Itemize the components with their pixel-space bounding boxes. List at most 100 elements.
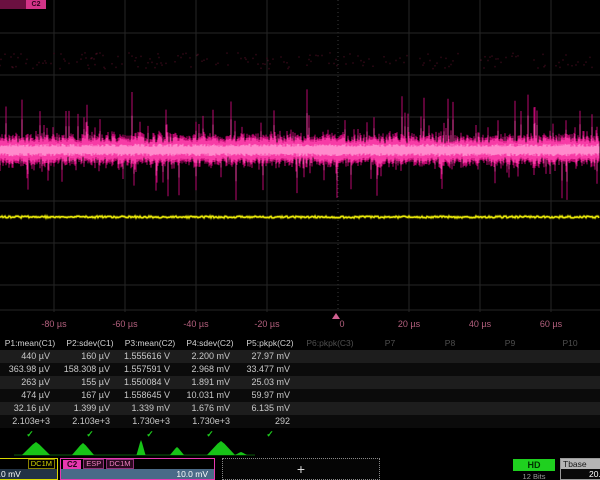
timebase-value: 20.0 xyxy=(561,469,600,479)
measure-status-check-icon xyxy=(540,428,600,440)
time-axis-label: 20 µs xyxy=(398,319,420,329)
c2-descriptor-box[interactable]: C2 ESP DC1M 10.0 mV xyxy=(60,458,215,480)
measure-histicon[interactable] xyxy=(207,441,235,455)
measure-value: 27.97 mV xyxy=(240,350,300,363)
hd-bits-label: 12 Bits xyxy=(513,472,555,480)
chip-label: C2 xyxy=(26,0,46,9)
measure-value: 1.676 mV xyxy=(180,402,240,415)
measure-value xyxy=(480,389,540,402)
measure-value xyxy=(420,389,480,402)
c2-esp-badge: ESP xyxy=(83,459,104,469)
measure-status-check-icon: ✓ xyxy=(60,428,120,440)
measure-param-header[interactable]: P4:sdev(C2) xyxy=(180,337,240,350)
measure-value: 1.730e+3 xyxy=(180,415,240,428)
oscilloscope-screen: C2 -100 µs-80 µs-60 µs-40 µs-20 µs020 µs… xyxy=(0,0,600,480)
c1-volts-per-div: 10.0 mV xyxy=(0,469,57,479)
measure-value xyxy=(420,350,480,363)
measure-histicon[interactable] xyxy=(22,442,50,455)
time-axis-label: 0 xyxy=(339,319,344,329)
time-axis-label: -40 µs xyxy=(183,319,208,329)
c2-persistence-speckle xyxy=(0,52,592,69)
measure-value: 263 µV xyxy=(0,376,60,389)
measure-value xyxy=(300,350,360,363)
measure-value xyxy=(420,415,480,428)
measure-status-check-icon: ✓ xyxy=(240,428,300,440)
table-row: 2.103e+32.103e+31.730e+31.730e+3292 xyxy=(0,415,600,428)
timebase-descriptor-box[interactable]: Tbase 20.0 xyxy=(560,458,600,480)
measure-param-header[interactable]: P10 xyxy=(540,337,600,350)
measure-value: 167 µV xyxy=(60,389,120,402)
measure-value: 1.339 mV xyxy=(120,402,180,415)
measure-value xyxy=(480,415,540,428)
measure-value: 155 µV xyxy=(60,376,120,389)
measure-value xyxy=(300,363,360,376)
measure-value: 440 µV xyxy=(0,350,60,363)
measure-histicon[interactable] xyxy=(170,447,184,455)
measure-param-header[interactable]: P2:sdev(C1) xyxy=(60,337,120,350)
measure-param-header[interactable]: P1:mean(C1) xyxy=(0,337,60,350)
plus-icon: + xyxy=(297,461,305,477)
hd-mode-badge[interactable]: HD xyxy=(513,459,555,471)
measure-param-header[interactable]: P9 xyxy=(480,337,540,350)
c1-box-top: DC1M xyxy=(0,459,57,469)
measure-param-header[interactable]: P5:pkpk(C2) xyxy=(240,337,300,350)
c1-coupling-badge: DC1M xyxy=(28,459,55,469)
measure-value xyxy=(360,350,420,363)
measure-histicon[interactable] xyxy=(72,443,94,455)
measure-value xyxy=(540,389,600,402)
measure-value: 2.200 mV xyxy=(180,350,240,363)
measure-value xyxy=(360,363,420,376)
measure-param-header[interactable]: P8 xyxy=(420,337,480,350)
measure-value: 1.550084 V xyxy=(120,376,180,389)
table-row: P1:mean(C1)P2:sdev(C1)P3:mean(C2)P4:sdev… xyxy=(0,337,600,350)
measure-param-header[interactable]: P6:pkpk(C3) xyxy=(300,337,360,350)
measure-value xyxy=(540,376,600,389)
c2-channel-chip: C2 xyxy=(63,460,81,469)
measure-value: 2.103e+3 xyxy=(0,415,60,428)
c1-descriptor-box[interactable]: DC1M 10.0 mV xyxy=(0,458,58,480)
measure-histicon[interactable] xyxy=(235,452,247,455)
measure-value: 1.730e+3 xyxy=(120,415,180,428)
waveform-display: C2 xyxy=(0,0,600,312)
c2-coupling-badge: DC1M xyxy=(106,459,133,469)
measure-value xyxy=(300,402,360,415)
time-axis-label: -20 µs xyxy=(254,319,279,329)
measure-value: 1.891 mV xyxy=(180,376,240,389)
measure-value: 1.399 µV xyxy=(60,402,120,415)
measure-status-check-icon: ✓ xyxy=(120,428,180,440)
measure-value: 1.555616 V xyxy=(120,350,180,363)
measure-value xyxy=(480,350,540,363)
measure-status-check-icon xyxy=(420,428,480,440)
measure-value: 59.97 mV xyxy=(240,389,300,402)
measure-status-check-icon xyxy=(300,428,360,440)
measure-value: 158.308 µV xyxy=(60,363,120,376)
trace-descriptor-chip[interactable]: C2 xyxy=(0,0,46,9)
measure-value xyxy=(360,402,420,415)
time-axis-label: -60 µs xyxy=(112,319,137,329)
time-axis-label: -80 µs xyxy=(41,319,66,329)
measure-value xyxy=(360,376,420,389)
measure-param-header[interactable]: P7 xyxy=(360,337,420,350)
measure-param-header[interactable]: P3:mean(C2) xyxy=(120,337,180,350)
table-row: 32.16 µV1.399 µV1.339 mV1.676 mV6.135 mV xyxy=(0,402,600,415)
measure-value: 1.557591 V xyxy=(120,363,180,376)
measure-histicons xyxy=(0,440,600,458)
measure-value xyxy=(540,350,600,363)
table-row: 474 µV167 µV1.558645 V10.031 mV59.97 mV xyxy=(0,389,600,402)
measure-value: 6.135 mV xyxy=(240,402,300,415)
measure-value: 292 xyxy=(240,415,300,428)
measure-value: 1.558645 V xyxy=(120,389,180,402)
measure-value: 32.16 µV xyxy=(0,402,60,415)
time-axis-label: 60 µs xyxy=(540,319,562,329)
measure-value xyxy=(360,415,420,428)
table-row: 263 µV155 µV1.550084 V1.891 mV25.03 mV xyxy=(0,376,600,389)
measure-value xyxy=(540,415,600,428)
measure-histicon[interactable] xyxy=(137,440,146,455)
measure-value: 2.968 mV xyxy=(180,363,240,376)
add-trace-button[interactable]: + xyxy=(222,458,380,480)
measure-value: 10.031 mV xyxy=(180,389,240,402)
measure-table: P1:mean(C1)P2:sdev(C1)P3:mean(C2)P4:sdev… xyxy=(0,337,600,440)
measure-value: 33.477 mV xyxy=(240,363,300,376)
measure-value xyxy=(480,376,540,389)
measure-value: 474 µV xyxy=(0,389,60,402)
